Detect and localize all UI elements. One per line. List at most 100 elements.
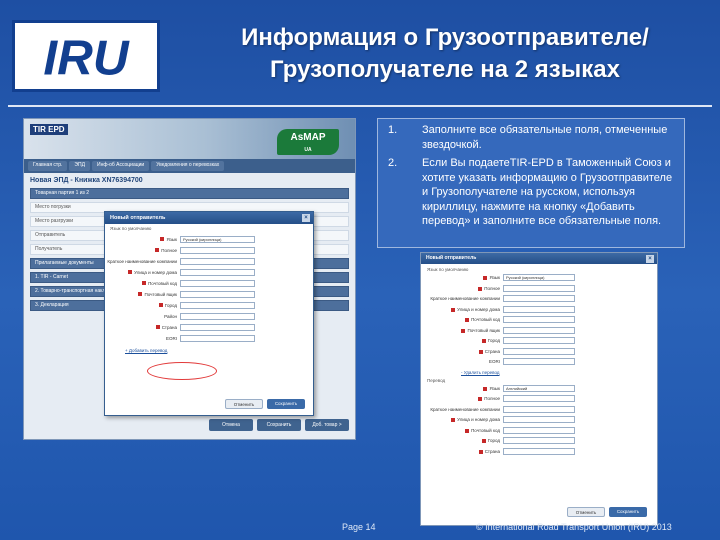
field-label-text: Полное: [484, 396, 500, 402]
iru-logo: IRU: [12, 20, 160, 92]
form-row: Улица и номер дома: [421, 415, 657, 425]
form-row: Город: [421, 436, 657, 446]
title-line-1: Информация о Грузоотправителе/: [241, 24, 649, 51]
field-input[interactable]: [503, 395, 575, 403]
field-input[interactable]: [180, 323, 255, 331]
bg-cancel-button[interactable]: Отмена: [209, 419, 253, 431]
field-input[interactable]: [503, 358, 575, 366]
form-row: Язык Русский (кириллица): [421, 273, 657, 283]
bg-add-goods-button[interactable]: Доб. товар >: [305, 419, 349, 431]
field-label: Улица и номер дома: [421, 417, 503, 422]
field-input[interactable]: Русский (кириллица): [180, 235, 255, 243]
dialog-fields-default: Язык Русский (кириллица) Полное Краткое наи…: [421, 273, 657, 367]
nav-item-epd[interactable]: ЭПД: [69, 161, 90, 171]
field-label: Район: [105, 314, 180, 319]
field-label-text: Язык: [489, 385, 500, 391]
field-label-text: Язык: [489, 275, 500, 281]
field-label: Полное: [421, 286, 503, 291]
delete-translation-link[interactable]: - Удалить перевод: [461, 370, 500, 375]
field-label: Краткое наименование компании: [105, 259, 180, 264]
field-input[interactable]: [503, 437, 575, 445]
save-button[interactable]: Сохранить: [267, 399, 305, 409]
field-input[interactable]: Русский (кириллица): [503, 274, 575, 282]
field-input[interactable]: [180, 268, 255, 276]
instruction-number: 2.: [388, 157, 398, 169]
field-input[interactable]: [503, 284, 575, 292]
field-input[interactable]: [180, 301, 255, 309]
close-icon[interactable]: ×: [646, 255, 654, 263]
required-marker-icon: [478, 449, 483, 454]
field-label-text: Город: [164, 302, 177, 308]
nav-item-home[interactable]: Главная стр.: [28, 161, 68, 171]
instructions-box: 1. Заполните все обязательные поля, отме…: [377, 118, 685, 248]
field-label-text: Страна: [161, 324, 177, 330]
form-row: Краткое наименование компании: [421, 294, 657, 304]
field-input[interactable]: [503, 416, 575, 424]
field-label: Страна: [105, 325, 180, 330]
field-input[interactable]: Английский: [503, 384, 575, 392]
close-icon[interactable]: ×: [302, 214, 310, 222]
bg-save-button[interactable]: Сохранить: [257, 419, 301, 431]
instructions-list: 1. Заполните все обязательные поля, отме…: [378, 119, 684, 229]
field-input[interactable]: [503, 295, 575, 303]
field-input[interactable]: [503, 337, 575, 345]
form-row: Полное: [421, 394, 657, 404]
field-label-text: Почтовый код: [471, 427, 500, 433]
field-input[interactable]: [180, 246, 255, 254]
field-input[interactable]: [503, 405, 575, 413]
asmap-logo-sub: UA: [304, 147, 312, 153]
field-label-text: Район: [164, 313, 177, 319]
iru-logo-text: IRU: [43, 30, 130, 85]
field-label: Почтовый ящик: [105, 292, 180, 297]
form-row: Город: [105, 300, 313, 310]
field-input[interactable]: [503, 426, 575, 434]
nav-item-association[interactable]: Инф-об Ассоциации: [91, 161, 150, 171]
nav-item-notifications[interactable]: Уведомления о перевозках: [151, 161, 225, 171]
field-input[interactable]: [503, 305, 575, 313]
required-marker-icon: [481, 439, 486, 444]
cancel-button[interactable]: Отменить: [567, 507, 605, 517]
form-row: Почтовый код: [421, 315, 657, 325]
form-row: Почтовый ящик: [105, 289, 313, 299]
field-input[interactable]: [503, 326, 575, 334]
dialog-header: Новый отправитель ×: [421, 253, 657, 264]
form-row: Язык Английский: [421, 384, 657, 394]
form-row: Почтовый код: [105, 278, 313, 288]
field-label-text: Почтовый ящик: [467, 327, 500, 333]
field-label: Город: [421, 338, 503, 343]
page-number: Page 14: [342, 522, 376, 532]
required-marker-icon: [465, 428, 470, 433]
field-input[interactable]: [503, 347, 575, 355]
form-row: Город: [421, 336, 657, 346]
required-marker-icon: [160, 237, 165, 242]
required-marker-icon: [478, 286, 483, 291]
field-input[interactable]: [180, 312, 255, 320]
field-label: Полное: [421, 396, 503, 401]
field-input[interactable]: [503, 447, 575, 455]
form-row: Улица и номер дома: [105, 267, 313, 277]
form-row: Страна: [421, 347, 657, 357]
page-title: Информация о Грузоотправителе/ Грузополу…: [190, 22, 700, 86]
field-label-text: Почтовый код: [471, 317, 500, 323]
dialog-actions: Отменить Сохранить: [225, 399, 305, 409]
field-input[interactable]: [503, 316, 575, 324]
field-label-text: Полное: [161, 247, 177, 253]
list-item[interactable]: Товарная партия 1 из 2: [30, 188, 349, 199]
add-translation-link[interactable]: + Добавить перевод: [125, 348, 167, 353]
highlight-ellipse: [147, 362, 217, 380]
field-input[interactable]: [180, 257, 255, 265]
field-input[interactable]: [180, 290, 255, 298]
cancel-button[interactable]: Отменить: [225, 399, 263, 409]
field-label-text: Город: [487, 438, 500, 444]
background-actions: Отмена Сохранить Доб. товар >: [209, 419, 349, 431]
save-button[interactable]: Сохранить: [609, 507, 647, 517]
asmap-logo: AsMAP UA: [277, 129, 339, 155]
field-input[interactable]: [180, 334, 255, 342]
field-label-text: Почтовый ящик: [144, 291, 177, 297]
list-item: 2. Если Вы подаетеTIR-EPD в Таможенный С…: [378, 156, 678, 229]
required-marker-icon: [138, 292, 143, 297]
copyright-notice: © International Road Transport Union (IR…: [476, 522, 672, 532]
field-input[interactable]: [180, 279, 255, 287]
dialog-title: Новый отправитель: [426, 255, 477, 261]
dialog-fields: Язык Русский (кириллица) Полное Краткое наи…: [105, 234, 313, 343]
